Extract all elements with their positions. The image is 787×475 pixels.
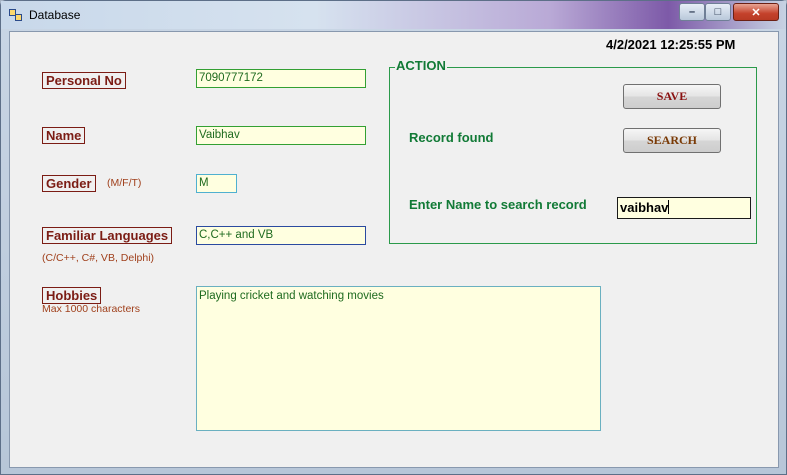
languages-label: Familiar Languages <box>42 227 173 244</box>
gender-hint: (M/F/T) <box>107 177 142 189</box>
search-input-text: vaibhav <box>620 200 669 215</box>
record-status-label: Record found <box>409 130 494 145</box>
languages-hint: (C/C++, C#, VB, Delphi) <box>42 252 155 264</box>
app-icon[interactable] <box>9 9 23 21</box>
search-button[interactable]: SEARCH <box>623 128 721 153</box>
gender-label: Gender <box>42 175 96 192</box>
action-group-title: ACTION <box>395 58 447 73</box>
title-bar[interactable]: Database – □ ✕ <box>1 1 786 29</box>
hobbies-label: Hobbies <box>42 287 102 304</box>
search-prompt-label: Enter Name to search record <box>409 197 587 212</box>
search-name-input[interactable]: vaibhav <box>617 197 751 219</box>
text-caret <box>668 200 670 214</box>
personal-no-input[interactable]: 7090777172 <box>196 69 366 88</box>
hobbies-textarea[interactable]: Playing cricket and watching movies <box>196 286 601 431</box>
name-label: Name <box>42 127 86 144</box>
languages-input[interactable]: C,C++ and VB <box>196 226 366 245</box>
close-button[interactable]: ✕ <box>733 3 779 21</box>
minimize-button[interactable]: – <box>679 3 705 21</box>
main-window: Database – □ ✕ 4/2/2021 12:25:55 PM Pers… <box>0 0 787 475</box>
personal-no-label: Personal No <box>42 72 126 89</box>
hobbies-hint: Max 1000 characters <box>42 303 141 315</box>
save-button[interactable]: SAVE <box>623 84 721 109</box>
name-input[interactable]: Vaibhav <box>196 126 366 145</box>
maximize-button[interactable]: □ <box>705 3 731 21</box>
gender-input[interactable]: M <box>196 174 237 193</box>
datetime-label: 4/2/2021 12:25:55 PM <box>606 37 736 52</box>
window-title: Database <box>29 8 81 22</box>
form-client-area: 4/2/2021 12:25:55 PM Personal No 7090777… <box>9 31 779 468</box>
